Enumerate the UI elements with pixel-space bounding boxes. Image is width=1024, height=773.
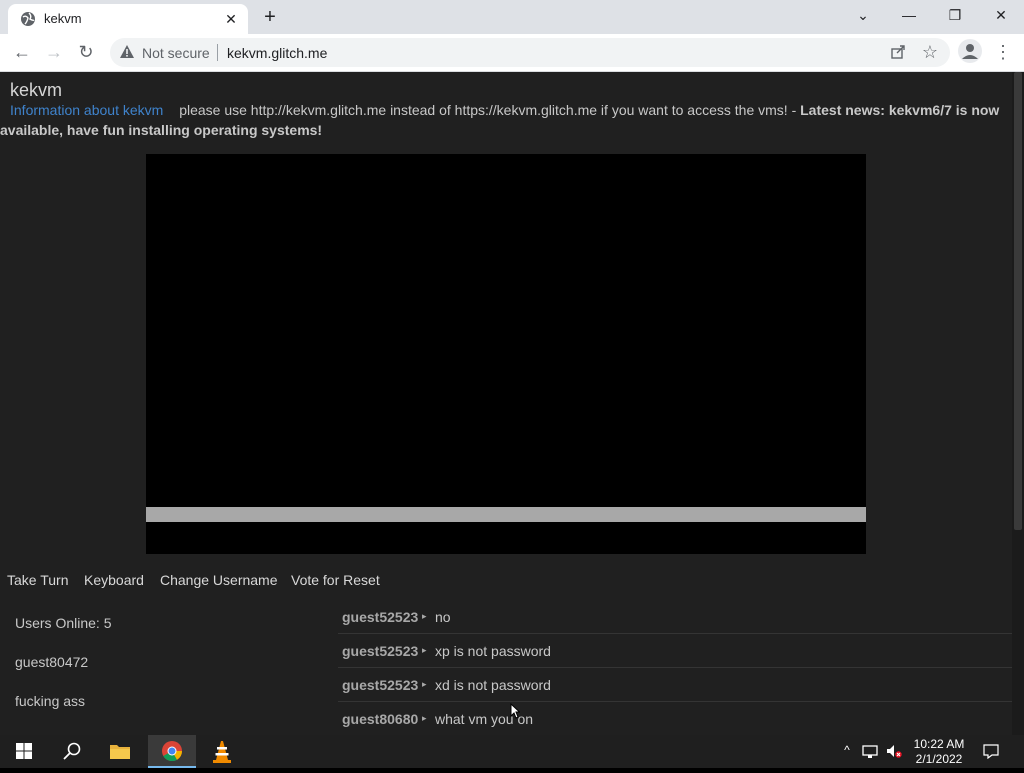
chevron-right-icon: ▸: [422, 713, 427, 723]
vm-progress-bar: [146, 507, 866, 522]
show-hidden-icons-icon[interactable]: ^: [839, 743, 855, 759]
clock-date: 2/1/2022: [915, 752, 963, 766]
tab-search-icon[interactable]: ⌄: [840, 0, 886, 32]
chat-text: xd is not password: [435, 677, 551, 693]
chat-username[interactable]: guest52523: [342, 677, 418, 693]
change-username-button[interactable]: Change Username: [160, 572, 278, 588]
take-turn-button[interactable]: Take Turn: [7, 572, 68, 588]
browser-menu-icon[interactable]: ⋮: [994, 38, 1012, 66]
info-line: Information about kekvm please use http:…: [0, 100, 1010, 140]
security-label[interactable]: Not secure: [142, 45, 210, 61]
globe-icon: [21, 12, 35, 26]
page-scrollbar[interactable]: [1012, 72, 1024, 735]
chevron-right-icon: ▸: [422, 679, 427, 689]
new-tab-button[interactable]: +: [258, 6, 282, 28]
vlc-taskbar-button[interactable]: [198, 735, 246, 768]
tab-strip: kekvm ✕ + ⌄ — ❐ ✕: [0, 0, 1024, 34]
reload-button[interactable]: ↻: [72, 38, 100, 66]
chrome-icon: [162, 741, 183, 762]
chat-text: xp is not password: [435, 643, 551, 659]
close-window-button[interactable]: ✕: [978, 0, 1024, 32]
person-icon: [962, 44, 978, 59]
search-icon: [63, 742, 81, 760]
chat-message: guest80680 ▸ what vm you on: [338, 702, 1012, 735]
vote-reset-button[interactable]: Vote for Reset: [291, 572, 380, 588]
users-online-count: Users Online: 5: [15, 615, 112, 631]
user-item[interactable]: fucking ass: [15, 693, 85, 709]
folder-icon: [110, 745, 130, 759]
windows-taskbar: ^ 10:22 AM 2/1/2022: [0, 735, 1024, 768]
chat-message: guest52523 ▸ xd is not password: [338, 668, 1012, 702]
close-tab-icon[interactable]: ✕: [222, 10, 240, 28]
restore-button[interactable]: ❐: [932, 0, 978, 32]
windows-logo-icon: [16, 743, 32, 759]
vm-screen[interactable]: [146, 154, 866, 554]
chat-message: guest52523 ▸ xp is not password: [338, 634, 1012, 668]
site-brand: kekvm: [10, 80, 63, 100]
profile-avatar[interactable]: [958, 39, 982, 63]
share-icon[interactable]: [890, 44, 906, 60]
search-button[interactable]: [48, 735, 96, 768]
bookmark-star-icon[interactable]: ☆: [922, 42, 938, 63]
address-bar[interactable]: Not secure kekvm.glitch.me ☆: [110, 38, 950, 67]
notice-text: please use http://kekvm.glitch.me instea…: [179, 102, 801, 118]
mouse-cursor-icon: [510, 703, 520, 719]
chat-username[interactable]: guest52523: [342, 609, 418, 625]
chat-username[interactable]: guest52523: [342, 643, 418, 659]
volume-muted-icon[interactable]: [886, 743, 902, 759]
chevron-right-icon: ▸: [422, 611, 427, 621]
page-content: kekvm Information about kekvm please use…: [0, 72, 1012, 735]
forward-button[interactable]: →: [40, 38, 68, 66]
user-item[interactable]: guest80472: [15, 654, 88, 670]
chat-message: guest52523 ▸ no: [338, 600, 1012, 634]
tab-title: kekvm: [44, 11, 82, 26]
chevron-right-icon: ▸: [422, 645, 427, 655]
info-link[interactable]: Information about kekvm: [10, 102, 163, 118]
start-button[interactable]: [0, 735, 48, 768]
browser-toolbar: ← → ↻ Not secure kekvm.glitch.me ☆ ⋮: [0, 34, 1024, 72]
chat-text: no: [435, 609, 451, 625]
back-button[interactable]: ←: [8, 38, 36, 66]
warning-icon: [120, 45, 134, 58]
chrome-taskbar-button[interactable]: [148, 735, 196, 768]
notifications-icon[interactable]: [983, 743, 999, 759]
vlc-cone-icon: [213, 741, 231, 763]
network-icon[interactable]: [862, 743, 878, 759]
clock-time: 10:22 AM: [913, 737, 965, 751]
chat-username[interactable]: guest80680: [342, 711, 418, 727]
system-clock[interactable]: 10:22 AM 2/1/2022: [908, 737, 970, 767]
scrollbar-thumb[interactable]: [1014, 72, 1022, 530]
browser-tab[interactable]: kekvm ✕: [8, 4, 248, 34]
divider: [217, 44, 218, 61]
file-explorer-button[interactable]: [96, 735, 144, 768]
minimize-button[interactable]: —: [886, 0, 932, 32]
keyboard-button[interactable]: Keyboard: [84, 572, 144, 588]
url-text[interactable]: kekvm.glitch.me: [227, 45, 327, 61]
